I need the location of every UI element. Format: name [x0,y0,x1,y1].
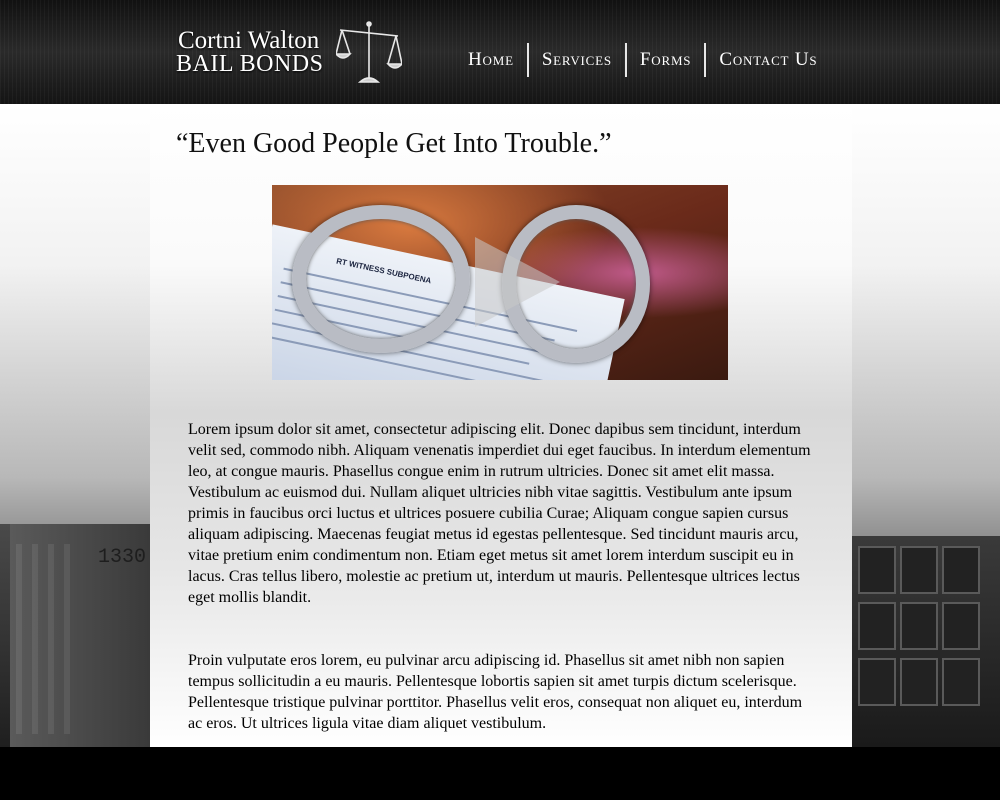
building-number: 1330 [98,546,147,569]
building-left-image: 1330 [0,524,150,747]
handcuff-left-image [292,205,470,353]
body-paragraph-1: Lorem ipsum dolor sit amet, consectetur … [188,421,811,606]
nav-home[interactable]: Home [455,43,527,77]
building-right-image [852,536,1000,747]
site-header: Cortni Walton BAIL BONDS Home Services F… [0,0,1000,104]
nav-contact-us[interactable]: Contact Us [706,43,830,77]
play-icon[interactable] [475,237,560,327]
site-footer [0,747,1000,800]
nav-services[interactable]: Services [529,43,625,77]
main-nav: Home Services Forms Contact Us [455,42,830,78]
video-player[interactable]: RT WITNESS SUBPOENA [272,185,728,380]
body-paragraph-2: Proin vulputate eros lorem, eu pulvinar … [188,652,803,732]
content-panel: “Even Good People Get Into Trouble.” RT … [150,104,852,747]
scales-of-justice-icon [336,21,402,83]
page-tagline: “Even Good People Get Into Trouble.” [176,128,612,159]
site-logo[interactable]: Cortni Walton BAIL BONDS [176,20,406,90]
logo-subtitle: BAIL BONDS [176,51,324,77]
nav-forms[interactable]: Forms [627,43,704,77]
